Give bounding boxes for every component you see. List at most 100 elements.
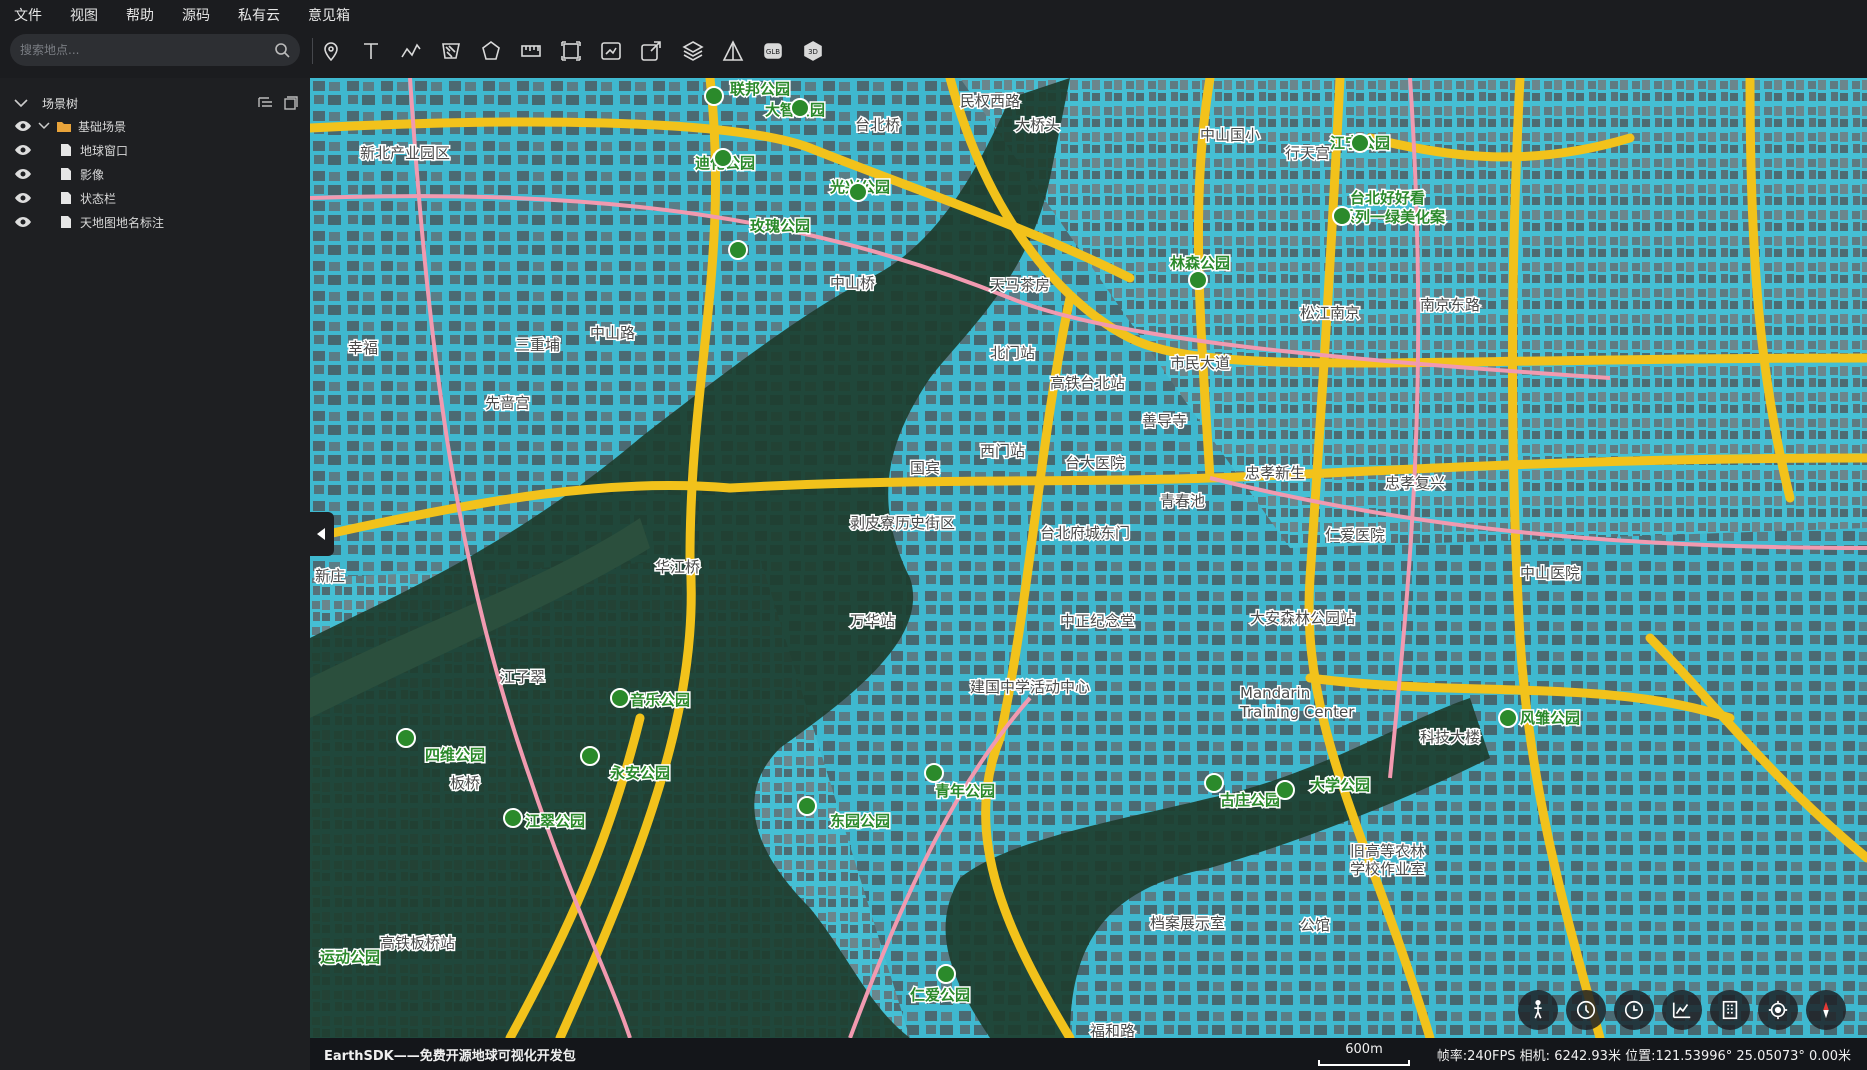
- svg-text:四维公园: 四维公园: [425, 746, 485, 764]
- svg-text:古庄公园: 古庄公园: [1220, 791, 1280, 809]
- tree-item-root[interactable]: 基础场景: [14, 115, 304, 137]
- svg-text:万华站: 万华站: [850, 612, 895, 630]
- ruler-icon[interactable]: [516, 36, 546, 66]
- text-icon[interactable]: [356, 36, 386, 66]
- status-info: 帧率:240FPS 相机: 6242.93米 位置:121.53996° 25.…: [1436, 1048, 1851, 1064]
- file-icon: [61, 168, 71, 180]
- scene-tree-panel: 场景树 基础场景 地球窗口 影像 状态栏 天地图地名标注: [0, 78, 310, 1070]
- svg-text:公馆: 公馆: [1300, 916, 1330, 934]
- compass-icon[interactable]: [1806, 990, 1846, 1030]
- svg-text:江翠公园: 江翠公园: [525, 812, 585, 830]
- map-canvas: 联邦公园 大智公园 迪化公园 光兴公园 玫瑰公园 江宁公园 台北好好看 系列一绿…: [310, 78, 1867, 1038]
- history-icon[interactable]: [1614, 990, 1654, 1030]
- folder-icon: [57, 121, 71, 132]
- svg-text:中山医院: 中山医院: [1520, 564, 1580, 582]
- triangle-icon[interactable]: [718, 36, 748, 66]
- svg-text:行天宫: 行天宫: [1285, 144, 1330, 162]
- status-bar: EarthSDK——免费开源地球可视化开发包 600m 帧率:240FPS 相机…: [310, 1038, 1867, 1070]
- 3d-icon[interactable]: 3D: [798, 36, 828, 66]
- chevron-down-icon[interactable]: [38, 122, 50, 130]
- search-input[interactable]: [20, 43, 260, 57]
- tree-item-label: 地球窗口: [80, 143, 129, 158]
- tree-item-label: 天地图地名标注: [80, 215, 165, 230]
- svg-text:Mandarin: Mandarin: [1240, 684, 1310, 702]
- svg-text:建国中学活动中心: 建国中学活动中心: [970, 678, 1090, 696]
- svg-text:大桥头: 大桥头: [1015, 116, 1060, 134]
- svg-text:台北好好看: 台北好好看: [1350, 189, 1425, 207]
- svg-text:中山国小: 中山国小: [1200, 126, 1260, 144]
- svg-text:三重埔: 三重埔: [515, 336, 560, 354]
- menu-view[interactable]: 视图: [70, 5, 98, 25]
- building-icon[interactable]: [1710, 990, 1750, 1030]
- svg-text:档案展示室: 档案展示室: [1150, 914, 1225, 932]
- locate-icon[interactable]: [1758, 990, 1798, 1030]
- location-pin-icon[interactable]: [316, 36, 346, 66]
- svg-text:幸福: 幸福: [348, 339, 378, 357]
- svg-text:天马茶房: 天马茶房: [990, 276, 1050, 294]
- search-icon[interactable]: [274, 42, 290, 58]
- menu-file[interactable]: 文件: [14, 5, 42, 25]
- pentagon-icon[interactable]: [476, 36, 506, 66]
- svg-text:台北桥: 台北桥: [855, 116, 900, 134]
- tree-item-imagery[interactable]: 影像: [14, 163, 304, 185]
- eye-icon[interactable]: [14, 216, 32, 228]
- eye-icon[interactable]: [14, 192, 32, 204]
- svg-text:忠孝新生: 忠孝新生: [1245, 464, 1305, 482]
- svg-text:中正纪念堂: 中正纪念堂: [1060, 612, 1135, 630]
- chevron-down-icon[interactable]: [14, 98, 28, 108]
- svg-text:南京东路: 南京东路: [1420, 296, 1480, 314]
- svg-text:北门站: 北门站: [990, 344, 1035, 362]
- svg-text:国宾: 国宾: [910, 459, 940, 477]
- svg-text:GLB: GLB: [766, 48, 780, 56]
- file-icon: [61, 192, 71, 204]
- image-export-icon[interactable]: [596, 36, 626, 66]
- tree-item-earth-window[interactable]: 地球窗口: [14, 139, 304, 161]
- scene-tree-title: 场景树: [42, 96, 79, 111]
- eye-icon[interactable]: [14, 168, 32, 180]
- scene-tree-header[interactable]: 场景树: [14, 92, 304, 114]
- polygon-hatch-icon[interactable]: [436, 36, 466, 66]
- svg-text:市民大道: 市民大道: [1170, 354, 1230, 372]
- svg-text:先啬宫: 先啬宫: [485, 394, 530, 412]
- svg-text:高铁板桥站: 高铁板桥站: [380, 934, 455, 952]
- bounding-box-icon[interactable]: [556, 36, 586, 66]
- svg-text:学校作业室: 学校作业室: [1350, 860, 1425, 878]
- tree-item-statusbar[interactable]: 状态栏: [14, 187, 304, 209]
- tree-collapse-icon[interactable]: [284, 96, 298, 110]
- menu-private-cloud[interactable]: 私有云: [238, 5, 280, 25]
- svg-text:科技大楼: 科技大楼: [1420, 728, 1480, 746]
- person-icon[interactable]: [1518, 990, 1558, 1030]
- eye-icon[interactable]: [14, 120, 32, 132]
- svg-text:旧高等农林: 旧高等农林: [1350, 842, 1425, 860]
- svg-text:剥皮寮历史街区: 剥皮寮历史街区: [850, 514, 955, 532]
- svg-text:大安森林公园站: 大安森林公园站: [1250, 609, 1355, 627]
- svg-text:忠孝复兴: 忠孝复兴: [1385, 474, 1445, 492]
- layers-icon[interactable]: [678, 36, 708, 66]
- map-viewport[interactable]: 联邦公园 大智公园 迪化公园 光兴公园 玫瑰公园 江宁公园 台北好好看 系列一绿…: [310, 78, 1867, 1038]
- menu-help[interactable]: 帮助: [126, 5, 154, 25]
- svg-text:联邦公园: 联邦公园: [730, 80, 790, 98]
- svg-text:台北府城东门: 台北府城东门: [1040, 524, 1130, 542]
- clock-icon[interactable]: [1566, 990, 1606, 1030]
- svg-text:高铁台北站: 高铁台北站: [1050, 374, 1125, 392]
- svg-text:林森公园: 林森公园: [1170, 254, 1230, 272]
- svg-text:玫瑰公园: 玫瑰公园: [750, 217, 810, 235]
- panel-collapse-button[interactable]: [308, 512, 334, 556]
- brand-text[interactable]: EarthSDK——免费开源地球可视化开发包: [324, 1045, 576, 1064]
- svg-text:仁爱公园: 仁爱公园: [910, 986, 970, 1004]
- chevron-left-icon: [317, 528, 325, 540]
- svg-text:3D: 3D: [808, 48, 818, 56]
- menu-feedback[interactable]: 意见箱: [308, 5, 350, 25]
- share-icon[interactable]: [636, 36, 666, 66]
- svg-text:西门站: 西门站: [980, 442, 1025, 460]
- menu-source[interactable]: 源码: [182, 5, 210, 25]
- search-box: [10, 34, 300, 66]
- polyline-icon[interactable]: [396, 36, 426, 66]
- svg-text:东园公园: 东园公园: [830, 812, 890, 830]
- eye-icon[interactable]: [14, 144, 32, 156]
- glb-icon[interactable]: GLB: [758, 36, 788, 66]
- tree-expand-icon[interactable]: [258, 96, 274, 110]
- tree-item-tianditu-labels[interactable]: 天地图地名标注: [14, 211, 304, 233]
- terrain-profile-icon[interactable]: [1662, 990, 1702, 1030]
- svg-text:中山路: 中山路: [590, 324, 635, 342]
